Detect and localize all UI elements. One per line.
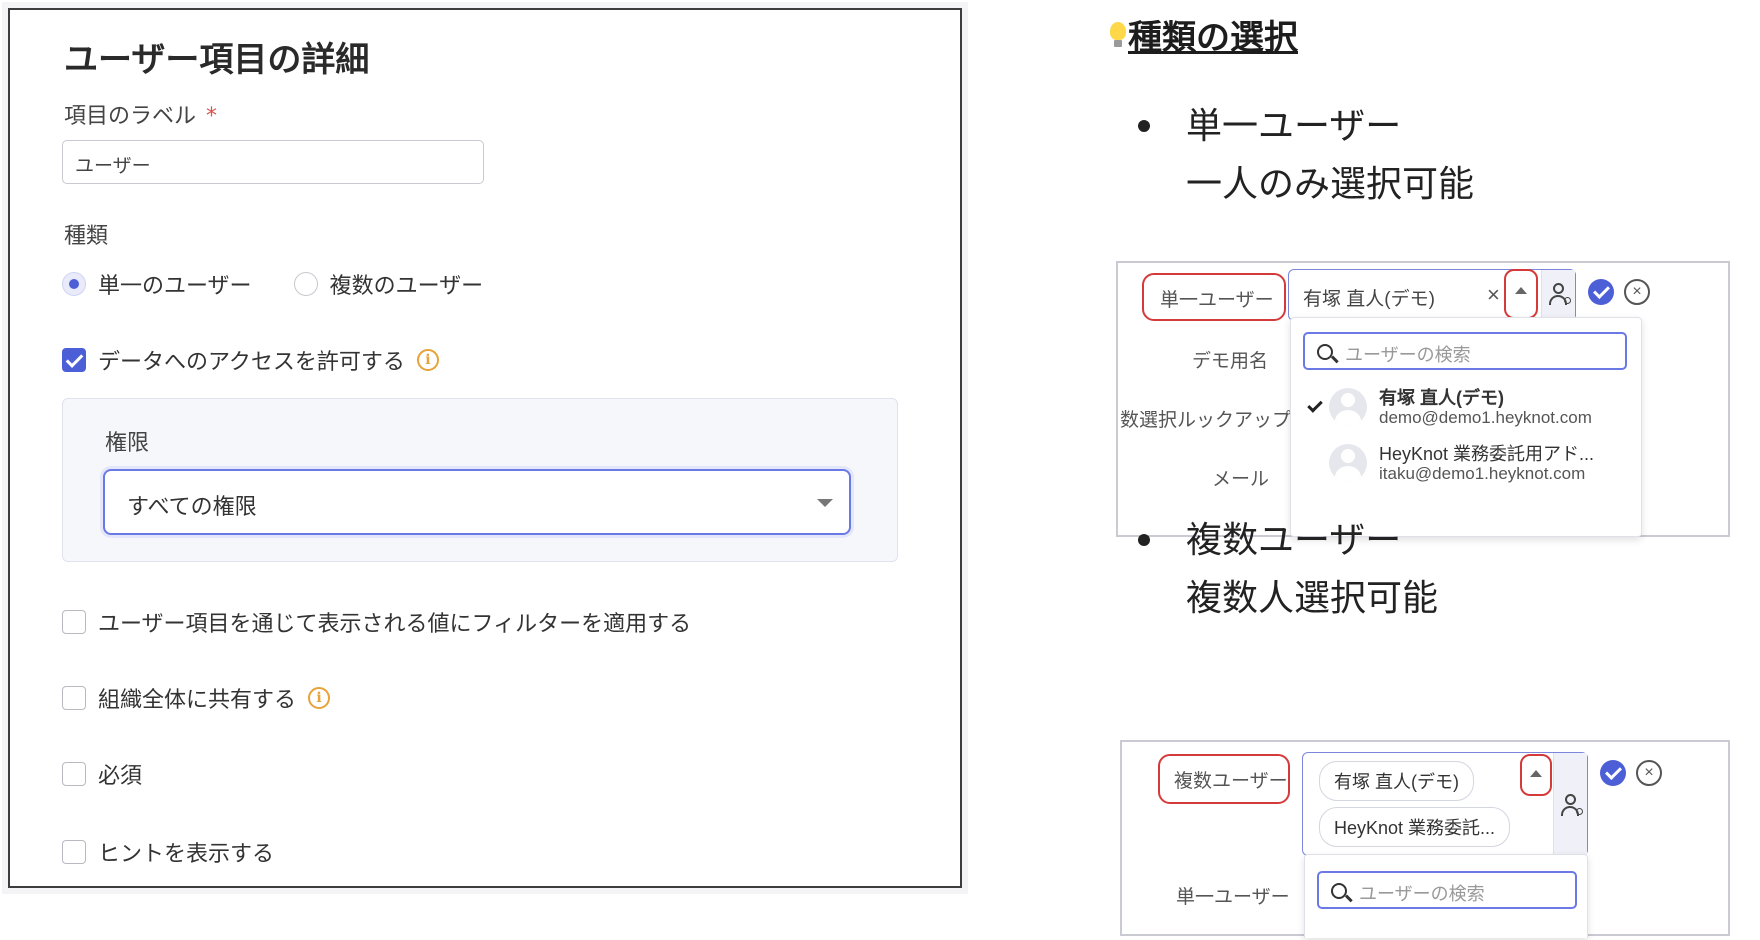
user-search-input[interactable]: ユーザーの検索: [1317, 871, 1577, 909]
share-org-row: 組織全体に共有する i: [62, 682, 331, 714]
filter-row: ユーザー項目を通じて表示される値にフィルターを適用する: [62, 606, 691, 638]
allow-access-checkbox[interactable]: [62, 348, 86, 372]
user-dropdown: ユーザーの検索 有塚 直人(デモ) demo@demo1.heyknot.com…: [1290, 317, 1642, 537]
hint-label[interactable]: ヒントを表示する: [98, 836, 274, 868]
required-label[interactable]: 必須: [98, 758, 142, 790]
user-field-settings-panel: ユーザー項目の詳細 項目のラベル * ユーザー 種類 単一のユーザー 複数のユーザ…: [8, 8, 962, 888]
lightbulb-icon: [1110, 18, 1126, 52]
required-checkbox[interactable]: [62, 762, 86, 786]
avatar: [1329, 444, 1367, 482]
multiple-users-example-screenshot: 複数ユーザー 単一ユーザー 有塚 直人(デモ) HeyKnot 業務委託... …: [1120, 740, 1730, 938]
bullet-single-user: 単一ユーザー 一人のみ選択可能: [1138, 98, 1474, 214]
radio-single-user[interactable]: [62, 272, 86, 296]
search-placeholder: ユーザーの検索: [1359, 884, 1485, 904]
panel-title: ユーザー項目の詳細: [64, 40, 370, 80]
bullet-title: 複数ユーザー: [1186, 520, 1402, 561]
bullet-desc: 複数人選択可能: [1186, 578, 1439, 619]
share-org-checkbox[interactable]: [62, 686, 86, 710]
person-search-icon: [1548, 282, 1572, 308]
bullet-title: 単一ユーザー: [1186, 106, 1402, 147]
bullet-desc: 一人のみ選択可能: [1186, 164, 1475, 205]
type-selection-heading: 種類の選択: [1110, 10, 1298, 59]
highlight-box: [1504, 269, 1538, 319]
label-input[interactable]: ユーザー: [62, 140, 484, 184]
allow-access-label[interactable]: データへのアクセスを許可する: [98, 344, 405, 376]
selected-user: 有塚 直人(デモ): [1303, 289, 1435, 310]
required-mark: *: [206, 104, 218, 129]
required-row: 必須: [62, 758, 142, 790]
user-chip[interactable]: HeyKnot 業務委託...: [1319, 807, 1511, 847]
row-label: 数選択ルックアップ: [1120, 410, 1292, 431]
row-label: 単一ユーザー: [1176, 887, 1290, 908]
user-dropdown: ユーザーの検索: [1304, 854, 1588, 938]
type-label: 種類: [64, 224, 109, 249]
permission-section: 権限 すべての権限: [62, 398, 898, 562]
info-icon[interactable]: i: [308, 687, 331, 709]
user-search-input[interactable]: ユーザーの検索: [1303, 332, 1627, 370]
user-picker-button[interactable]: [1553, 753, 1587, 855]
search-icon: [1331, 883, 1347, 899]
cancel-close-icon[interactable]: ×: [1624, 279, 1650, 305]
permission-select[interactable]: すべての権限: [103, 469, 851, 535]
caret-up-icon[interactable]: [1515, 287, 1527, 294]
search-placeholder: ユーザーの検索: [1345, 345, 1471, 365]
caret-down-icon: [817, 499, 833, 507]
single-user-example-screenshot: 単一ユーザー デモ用名 数選択ルックアップ メール 有塚 直人(デモ) × × …: [1116, 261, 1730, 537]
search-icon: [1317, 344, 1333, 360]
type-radio-group: 単一のユーザー 複数のユーザー: [62, 268, 483, 300]
bullet-dot: [1138, 534, 1150, 546]
confirm-check-icon[interactable]: [1588, 279, 1614, 305]
share-org-label[interactable]: 組織全体に共有する: [98, 682, 296, 714]
user-name[interactable]: 有塚 直人(デモ): [1379, 384, 1504, 410]
cancel-close-icon[interactable]: ×: [1636, 760, 1662, 786]
radio-multiple-users[interactable]: [293, 272, 318, 296]
row-label: メール: [1212, 469, 1270, 490]
bullet-dot: [1138, 120, 1150, 132]
permission-select-value: すべての権限: [127, 495, 257, 520]
label-field-label: 項目のラベル *: [64, 98, 217, 130]
radio-single-user-label[interactable]: 単一のユーザー: [98, 268, 252, 300]
row-label: デモ用名: [1192, 351, 1269, 372]
allow-access-row: データへのアクセスを許可する i: [62, 344, 439, 376]
heading-text: 種類の選択: [1128, 18, 1298, 58]
user-chip[interactable]: 有塚 直人(デモ): [1319, 761, 1474, 801]
permission-label: 権限: [105, 431, 150, 456]
filter-label[interactable]: ユーザー項目を通じて表示される値にフィルターを適用する: [98, 606, 691, 638]
avatar: [1329, 388, 1367, 426]
user-picker-button[interactable]: [1541, 270, 1575, 320]
user-email: itaku@demo1.heyknot.com: [1379, 464, 1586, 483]
hint-checkbox[interactable]: [62, 840, 86, 864]
user-email: demo@demo1.heyknot.com: [1379, 408, 1592, 427]
info-icon[interactable]: i: [416, 349, 439, 371]
bullet-multiple-users: 複数ユーザー 複数人選択可能: [1138, 512, 1438, 628]
radio-multiple-users-label[interactable]: 複数のユーザー: [330, 268, 484, 300]
hint-row: ヒントを表示する: [62, 836, 274, 868]
checkmark-icon: [1307, 397, 1323, 413]
person-search-icon: [1560, 793, 1584, 819]
field-label: 複数ユーザー: [1174, 771, 1288, 792]
field-label: 単一ユーザー: [1160, 290, 1274, 311]
label-field-text: 項目のラベル: [64, 104, 197, 129]
caret-up-icon[interactable]: [1530, 770, 1542, 777]
user-name[interactable]: HeyKnot 業務委託用アド...: [1379, 440, 1594, 466]
clear-icon[interactable]: ×: [1487, 282, 1500, 308]
filter-checkbox[interactable]: [62, 610, 86, 634]
confirm-check-icon[interactable]: [1600, 760, 1626, 786]
